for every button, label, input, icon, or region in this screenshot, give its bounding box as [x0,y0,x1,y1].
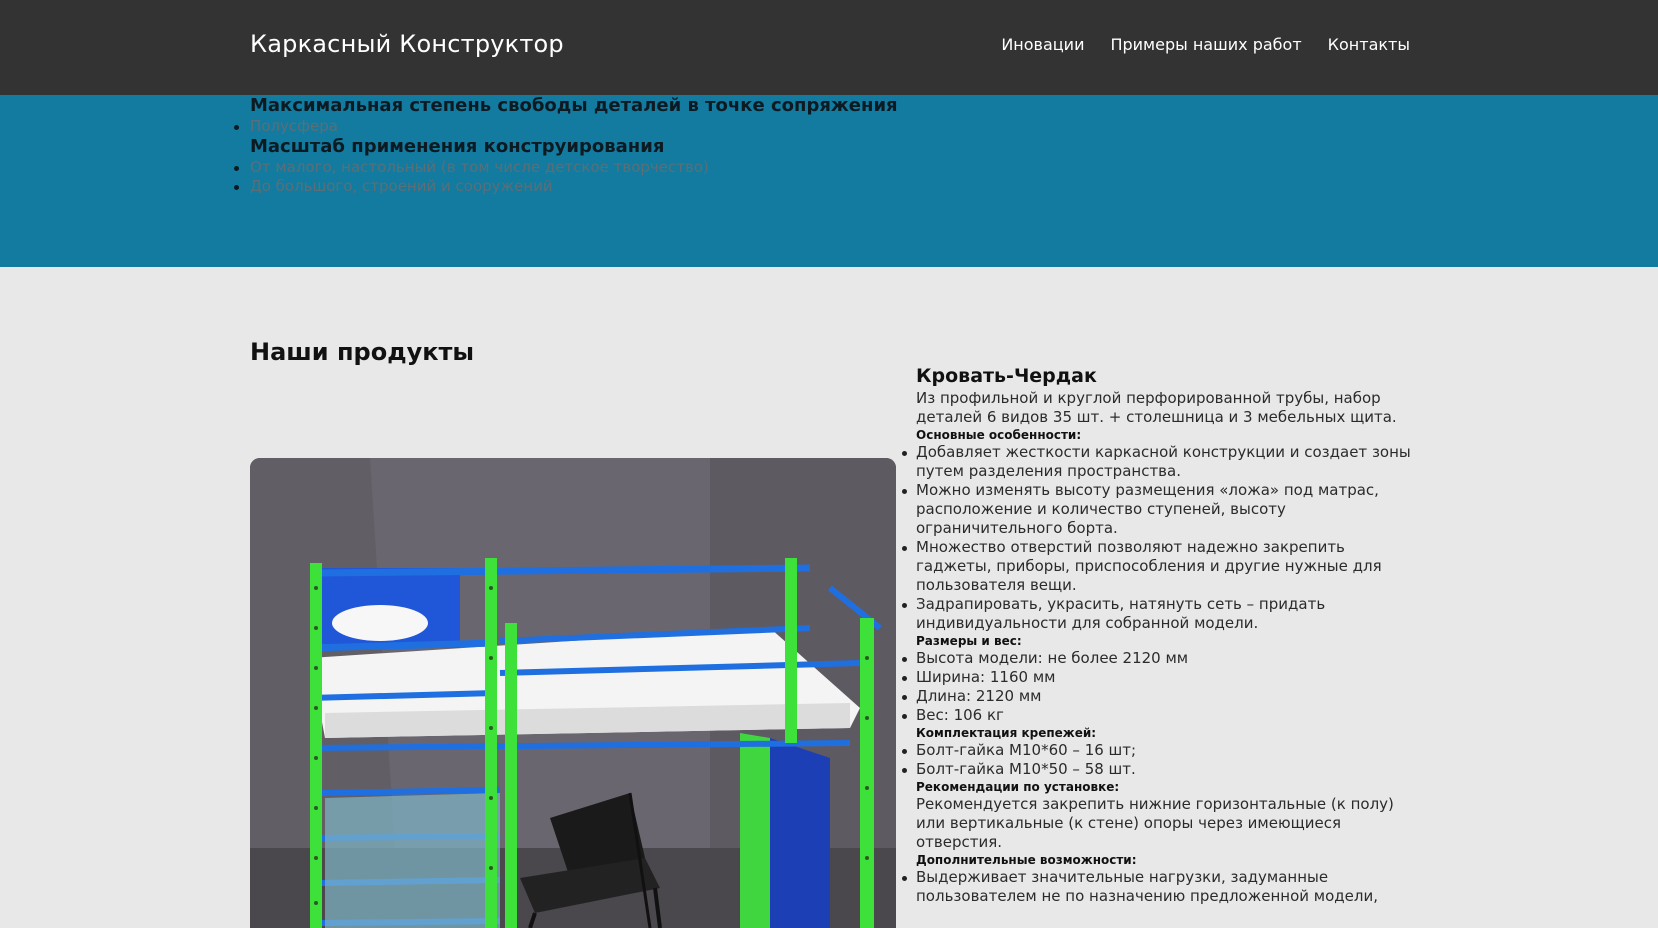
product-description: Из профильной и круглой перфорированной … [916,389,1397,426]
hero-section: Максимальная степень свободы деталей в т… [0,95,1658,267]
list-item: Ширина: 1160 мм [902,668,1416,687]
extra-list: Выдерживает значительные нагрузки, задум… [902,868,1416,906]
fasteners-label: Комплектация крепежей: [916,726,1097,740]
hero-heading-scale: Масштаб применения конструирования [250,136,665,157]
extra-label: Дополнительные возможности: [916,853,1137,867]
list-item: Болт-гайка М10*60 – 16 шт; [902,741,1416,760]
hero-heading-freedom: Максимальная степень свободы деталей в т… [250,95,898,116]
nav-link-works[interactable]: Примеры наших работ [1110,35,1301,54]
list-item: Вес: 106 кг [902,706,1416,725]
list-item: Длина: 2120 мм [902,687,1416,706]
section-title: Наши продукты [250,338,475,366]
brand-logo-link[interactable]: Каркасный Конструктор [250,30,564,58]
list-item: От малого, настольный (в том числе детск… [234,158,910,177]
loft-bed-illustration [250,458,896,928]
hero-list-scale: От малого, настольный (в том числе детск… [234,158,910,196]
products-section: Наши продукты Кровать-Чердак Из профильн… [0,267,1658,928]
main-nav: Иновации Примеры наших работ Контакты [1001,35,1410,54]
list-item: До большого, строений и сооружений [234,177,910,196]
list-item: Можно изменять высоту размещения «ложа» … [902,481,1416,538]
hero-list-freedom: Полусфера [234,117,910,136]
nav-link-innovations[interactable]: Иновации [1001,35,1084,54]
features-label: Основные особенности: [916,428,1082,442]
product-photo [250,458,896,928]
size-list: Высота модели: не более 2120 мм Ширина: … [902,649,1416,725]
list-item: Полусфера [234,117,910,136]
list-item: Выдерживает значительные нагрузки, задум… [902,868,1416,906]
install-label: Рекомендации по установке: [916,780,1120,794]
list-item: Множество отверстий позволяют надежно за… [902,538,1416,595]
list-item: Задрапировать, украсить, натянуть сеть –… [902,595,1416,633]
size-label: Размеры и вес: [916,634,1022,648]
hero-content: Максимальная степень свободы деталей в т… [234,95,910,196]
product-card: Кровать-Чердак Из профильной и круглой п… [902,365,1416,906]
features-list: Добавляет жесткости каркасной конструкци… [902,443,1416,633]
nav-link-contacts[interactable]: Контакты [1328,35,1410,54]
list-item: Высота модели: не более 2120 мм [902,649,1416,668]
list-item: Добавляет жесткости каркасной конструкци… [902,443,1416,481]
install-text: Рекомендуется закрепить нижние горизонта… [916,795,1394,851]
product-name: Кровать-Чердак [916,365,1097,387]
fasteners-list: Болт-гайка М10*60 – 16 шт; Болт-гайка М1… [902,741,1416,779]
top-navbar: Каркасный Конструктор Иновации Примеры н… [0,0,1658,95]
list-item: Болт-гайка М10*50 – 58 шт. [902,760,1416,779]
